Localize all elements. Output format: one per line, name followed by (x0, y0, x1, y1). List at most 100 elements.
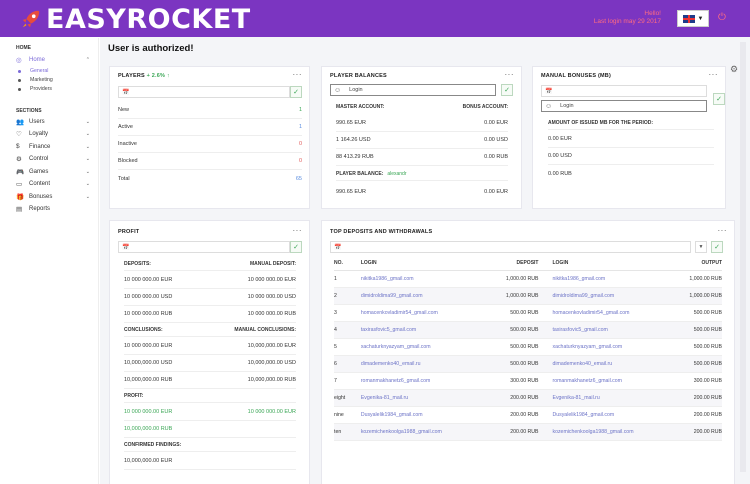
card-title: PLAYERS + 2.6% ↑ (118, 73, 170, 79)
more-icon[interactable]: ··· (293, 226, 303, 235)
date-input[interactable]: 📅 (541, 85, 707, 97)
sidebar-item-loyalty[interactable]: ♡ Loyalty ⌄ (6, 128, 98, 141)
sidebar-sub-providers[interactable]: Providers (6, 85, 98, 94)
more-icon[interactable]: ··· (718, 226, 728, 235)
row-no: 6 (334, 355, 361, 373)
balance-row: 990.65 EUR 0.00 EUR (336, 115, 508, 132)
manual-conclusions-label: MANUAL CONCLUSIONS: (234, 327, 296, 333)
login-placeholder: Login (560, 103, 574, 109)
sidebar-sub-general[interactable]: General (6, 67, 98, 76)
row-label: Active (118, 124, 133, 130)
apply-button[interactable]: ✓ (713, 93, 725, 105)
row-login2-link[interactable]: homacenkovladimir54_gmail.com (544, 304, 661, 322)
player-name[interactable]: alexandr (387, 171, 406, 177)
row-login-link[interactable]: kozemichenkoolga1988_gmail.com (360, 423, 473, 441)
deposit-row: 10 000 000.00 USD 10 000 000.00 USD (124, 289, 296, 306)
col-output: OUTPUT (660, 256, 722, 271)
row-login-link[interactable]: Evgenika-81_mail.ru (360, 389, 473, 407)
dropdown-toggle[interactable]: ▼ (695, 241, 707, 253)
date-input[interactable]: 📅 (118, 86, 290, 98)
row-login2-link[interactable]: Dusyalelik1984_gmail.com (544, 406, 661, 424)
row-deposit: 500.00 RUB (472, 321, 545, 339)
scrollbar[interactable] (740, 42, 746, 472)
sidebar-item-home[interactable]: ◎ Home ⌃ (6, 54, 98, 67)
row-login2-link[interactable]: dimidroldima99_gmail.com (544, 287, 661, 305)
row-no: 7 (334, 372, 361, 390)
players-row-inactive: Inactive 0 (118, 136, 302, 153)
sidebar-item-reports[interactable]: ▤ Reports (6, 203, 98, 216)
row-login-link[interactable]: homacenkovladimir54_gmail.com (360, 304, 473, 322)
sidebar-item-games[interactable]: 🎮 Games ⌄ (6, 166, 98, 179)
row-label: New (118, 107, 130, 113)
language-select[interactable]: ▼ (677, 10, 709, 27)
login-filter: ☺ Login ✓ (330, 84, 513, 96)
logo[interactable]: EASYROCKET (20, 3, 251, 35)
bonus-row: 0.00 USD (548, 148, 714, 165)
row-output: 300.00 RUB (660, 372, 722, 390)
sidebar-item-control[interactable]: ⚙ Control ⌄ (6, 153, 98, 166)
row-login-link[interactable]: dimademenko40_email.ru (360, 355, 473, 373)
gear-icon: ⚙ (16, 156, 22, 164)
card-title: PLAYER BALANCES (330, 73, 387, 79)
manual-deposit-value: 10 000 000.00 EUR (247, 277, 296, 283)
sidebar-item-content[interactable]: ▭ Content ⌄ (6, 178, 98, 191)
more-icon[interactable]: ··· (709, 70, 719, 79)
apply-button[interactable]: ✓ (711, 241, 723, 253)
row-login2-link[interactable]: nikitka1986_gmail.com (544, 270, 661, 288)
login-input[interactable]: ☺ Login (541, 100, 707, 112)
greeting: Hello! Last login may 29 2017 (594, 10, 661, 26)
sidebar-item-users[interactable]: 👥 Users ⌄ (6, 116, 98, 129)
sidebar-item-bonuses[interactable]: 🎁 Bonuses ⌄ (6, 191, 98, 204)
profit-row: 10 000 000.00 EUR 10 000 000.00 EUR (124, 404, 296, 421)
row-output: 500.00 RUB (660, 338, 722, 356)
row-value: 0 (298, 141, 302, 147)
player-balance-row: 990.65 EUR 0.00 EUR (336, 183, 508, 200)
row-login2-link[interactable]: Evgenika-81_mail.ru (544, 389, 661, 407)
bonus-value: 0.00 RUB (548, 170, 572, 177)
heart-icon: ♡ (16, 131, 22, 139)
gamepad-icon: 🎮 (16, 168, 25, 176)
manual-deposit-label: MANUAL DEPOSIT: (249, 261, 296, 267)
bonus-value: 0.00 RUB (484, 154, 508, 160)
row-login2-link[interactable]: kozemichenkoolga1988_gmail.com (544, 423, 661, 441)
apply-button[interactable]: ✓ (501, 84, 513, 96)
row-login-link[interactable]: nikitka1986_gmail.com (360, 270, 473, 288)
row-login-link[interactable]: romanmakhanetz6_gmail.com (360, 372, 473, 390)
row-login2-link[interactable]: xachaturknyazyam_gmail.com (544, 338, 661, 356)
balances-header: MASTER ACCOUNT: BONUS ACCOUNT: (336, 100, 508, 113)
apply-button[interactable]: ✓ (290, 86, 302, 98)
row-no: 5 (334, 338, 361, 356)
date-input[interactable]: 📅 (118, 241, 290, 253)
period-label: AMOUNT OF ISSUED MB FOR THE PERIOD: (548, 120, 653, 126)
calendar-icon: 📅 (334, 244, 342, 251)
players-row-total: Total 65 (118, 170, 302, 187)
card-title: MANUAL BONUSES (MB) (541, 73, 612, 79)
sidebar-item-label: Finance (29, 143, 51, 150)
manual-deposit-value: 10 000 000.00 USD (247, 294, 296, 300)
row-login2-link[interactable]: dimademenko40_email.ru (544, 355, 661, 373)
login-input[interactable]: ☺ Login (330, 84, 496, 96)
bonus-row: 0.00 RUB (548, 165, 714, 182)
deposit-value: 10 000 000.00 EUR (124, 277, 173, 283)
row-deposit: 300.00 RUB (472, 372, 545, 390)
row-login-link[interactable]: xachaturknyazyam_gmail.com (360, 338, 473, 356)
deposit-value: 10 000 000.00 USD (124, 294, 173, 300)
gear-icon[interactable]: ⚙ (730, 64, 738, 75)
manual-conclusion-value: 10,000,000.00 USD (247, 360, 296, 366)
sidebar-item-finance[interactable]: $ Finance ⌄ (6, 141, 98, 154)
row-login2-link[interactable]: taxirasfovic5_gmail.com (544, 321, 661, 339)
conclusions-header: CONCLUSIONS: MANUAL CONCLUSIONS: (124, 324, 296, 337)
row-login-link[interactable]: Dusyalelik1984_gmail.com (360, 406, 473, 424)
sidebar-item-label: Bonuses (29, 193, 53, 200)
sidebar-sub-marketing[interactable]: Marketing (6, 76, 98, 85)
row-login-link[interactable]: taxirasfovic5_gmail.com (360, 321, 473, 339)
more-icon[interactable]: ··· (505, 70, 515, 79)
row-no: 1 (334, 270, 361, 288)
row-login2-link[interactable]: romanmakhanetz6_gmail.com (544, 372, 661, 390)
row-login-link[interactable]: dimidroldima99_gmail.com (360, 287, 473, 305)
power-icon[interactable]: ⏻ (718, 12, 726, 23)
apply-button[interactable]: ✓ (290, 241, 302, 253)
logo-text: EASYROCKET (46, 3, 251, 35)
date-input[interactable]: 📅 (330, 241, 691, 253)
more-icon[interactable]: ··· (293, 70, 303, 79)
